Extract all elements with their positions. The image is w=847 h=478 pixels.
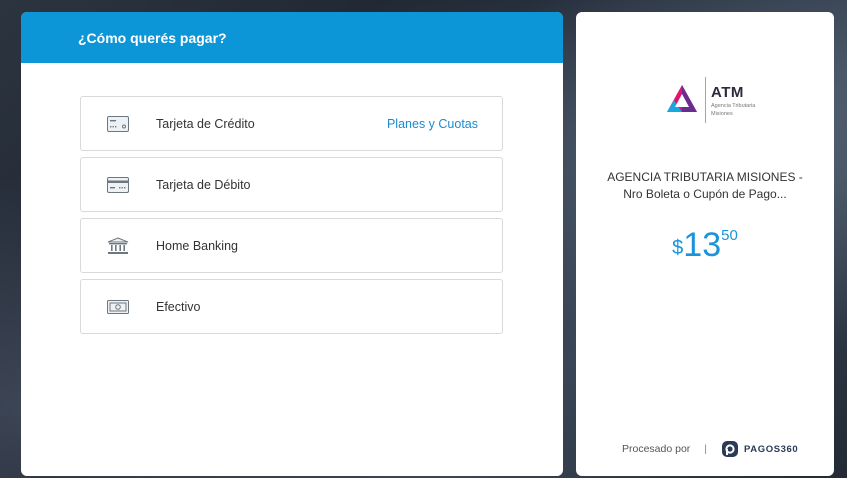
merchant-logo: ATM Agencia Tributaria Misiones xyxy=(664,72,774,128)
credit-card-icon xyxy=(107,115,129,133)
merchant-line-2: Nro Boleta o Cupón de Pago... xyxy=(623,187,787,201)
pagos360-logo-icon xyxy=(722,441,739,457)
processed-by-label: Procesado por xyxy=(622,443,691,455)
option-cash[interactable]: Efectivo xyxy=(80,279,503,334)
logo-subtext-1: Agencia Tributaria xyxy=(711,102,756,109)
option-label: Tarjeta de Débito xyxy=(156,177,251,192)
option-credit-card[interactable]: Tarjeta de Crédito Planes y Cuotas xyxy=(80,96,503,151)
amount-integer: 13 xyxy=(683,226,722,264)
logo-text: ATM xyxy=(711,83,744,101)
atm-logo-icon xyxy=(667,85,697,112)
processed-by-footer: Procesado por | PAGOS360 xyxy=(622,440,798,458)
debit-card-icon xyxy=(107,176,129,194)
plans-installments-link[interactable]: Planes y Cuotas xyxy=(387,117,478,131)
pagos360-brand: PAGOS360 xyxy=(721,440,798,458)
option-label: Efectivo xyxy=(156,299,201,314)
payment-methods-panel: ¿Cómo querés pagar? Tarjeta de Crédito P… xyxy=(21,12,563,476)
panel-header: ¿Cómo querés pagar? xyxy=(21,12,563,63)
payment-title: ¿Cómo querés pagar? xyxy=(78,29,227,46)
merchant-description: AGENCIA TRIBUTARIA MISIONES - Nro Boleta… xyxy=(596,169,814,203)
currency-symbol: $ xyxy=(672,237,684,259)
logo-text-block: ATM Agencia Tributaria Misiones xyxy=(711,84,755,117)
option-label: Tarjeta de Crédito xyxy=(156,116,255,131)
option-label: Home Banking xyxy=(156,238,238,253)
option-home-banking[interactable]: Home Banking xyxy=(80,218,503,273)
payment-amount: $1350 xyxy=(576,226,834,265)
brand-name: PAGOS360 xyxy=(744,443,799,455)
order-summary-panel: ATM Agencia Tributaria Misiones AGENCIA … xyxy=(576,12,834,476)
merchant-line-1: AGENCIA TRIBUTARIA MISIONES - xyxy=(607,170,803,184)
payment-options-list: Tarjeta de Crédito Planes y Cuotas Tarje… xyxy=(80,96,503,340)
logo-divider xyxy=(705,77,706,123)
amount-decimals: 50 xyxy=(721,227,738,244)
bank-icon xyxy=(107,236,129,255)
cash-icon xyxy=(107,298,129,316)
option-debit-card[interactable]: Tarjeta de Débito xyxy=(80,157,503,212)
logo-subtext-2: Misiones xyxy=(711,110,733,117)
footer-separator: | xyxy=(704,443,708,455)
